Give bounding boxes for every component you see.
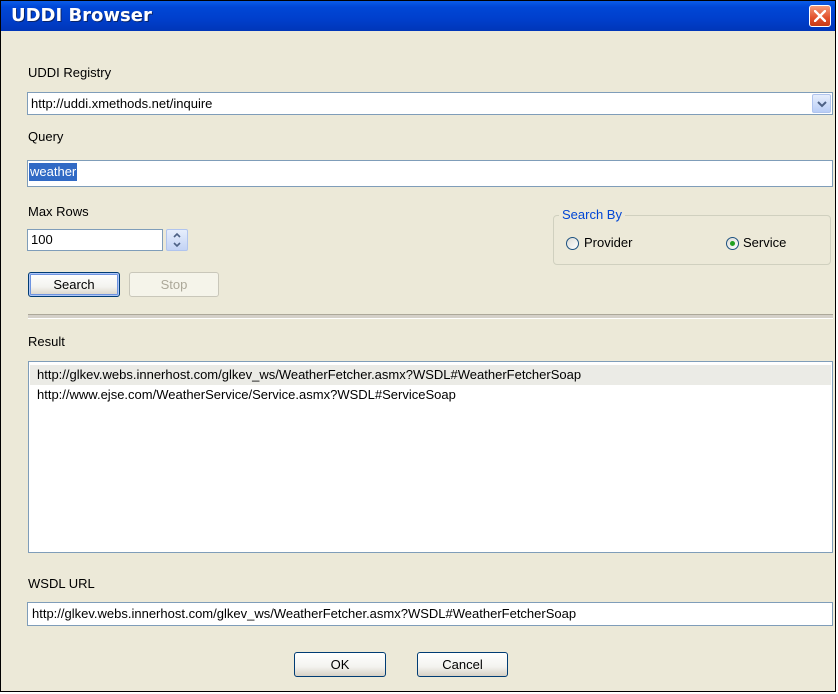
uddi-browser-dialog: UDDI Browser UDDI Registry http://uddi.x… [0,0,836,692]
service-radio-label[interactable]: Service [743,235,786,250]
title-bar[interactable]: UDDI Browser [1,1,835,31]
ok-button[interactable]: OK [294,652,386,677]
radio-selected-dot [730,241,735,246]
chevron-down-icon [173,242,181,248]
max-rows-spinner[interactable] [166,229,188,251]
chevron-down-icon [817,101,827,108]
query-value: weather [29,163,78,181]
window-title: UDDI Browser [11,5,152,26]
close-button[interactable] [809,5,831,27]
splitter[interactable] [28,314,833,319]
spinner-down-button[interactable] [167,240,187,250]
wsdl-url-label: WSDL URL [28,576,95,591]
query-input[interactable]: weather [27,160,833,187]
query-label: Query [28,129,64,144]
provider-radio[interactable] [566,237,579,250]
wsdl-url-value: http://glkev.webs.innerhost.com/glkev_ws… [32,606,577,621]
cancel-button[interactable]: Cancel [417,652,508,677]
max-rows-label: Max Rows [28,204,89,219]
service-radio[interactable] [726,237,739,250]
list-item[interactable]: http://glkev.webs.innerhost.com/glkev_ws… [30,365,831,385]
registry-value: http://uddi.xmethods.net/inquire [31,96,213,111]
max-rows-value: 100 [31,232,53,247]
spinner-up-button[interactable] [167,230,187,240]
search-button[interactable]: Search [28,272,120,297]
max-rows-input[interactable]: 100 [27,229,163,251]
registry-label: UDDI Registry [28,65,112,80]
list-item[interactable]: http://www.ejse.com/WeatherService/Servi… [30,385,831,405]
chevron-up-icon [173,232,181,238]
registry-combobox[interactable]: http://uddi.xmethods.net/inquire [27,92,833,115]
close-icon [814,10,826,22]
stop-button[interactable]: Stop [129,272,219,297]
result-list[interactable]: http://glkev.webs.innerhost.com/glkev_ws… [28,361,833,553]
result-label: Result [28,334,65,349]
search-by-title: Search By [559,207,625,222]
provider-radio-label[interactable]: Provider [584,235,632,250]
wsdl-url-input[interactable]: http://glkev.webs.innerhost.com/glkev_ws… [27,602,833,626]
registry-dropdown-button[interactable] [812,94,831,113]
